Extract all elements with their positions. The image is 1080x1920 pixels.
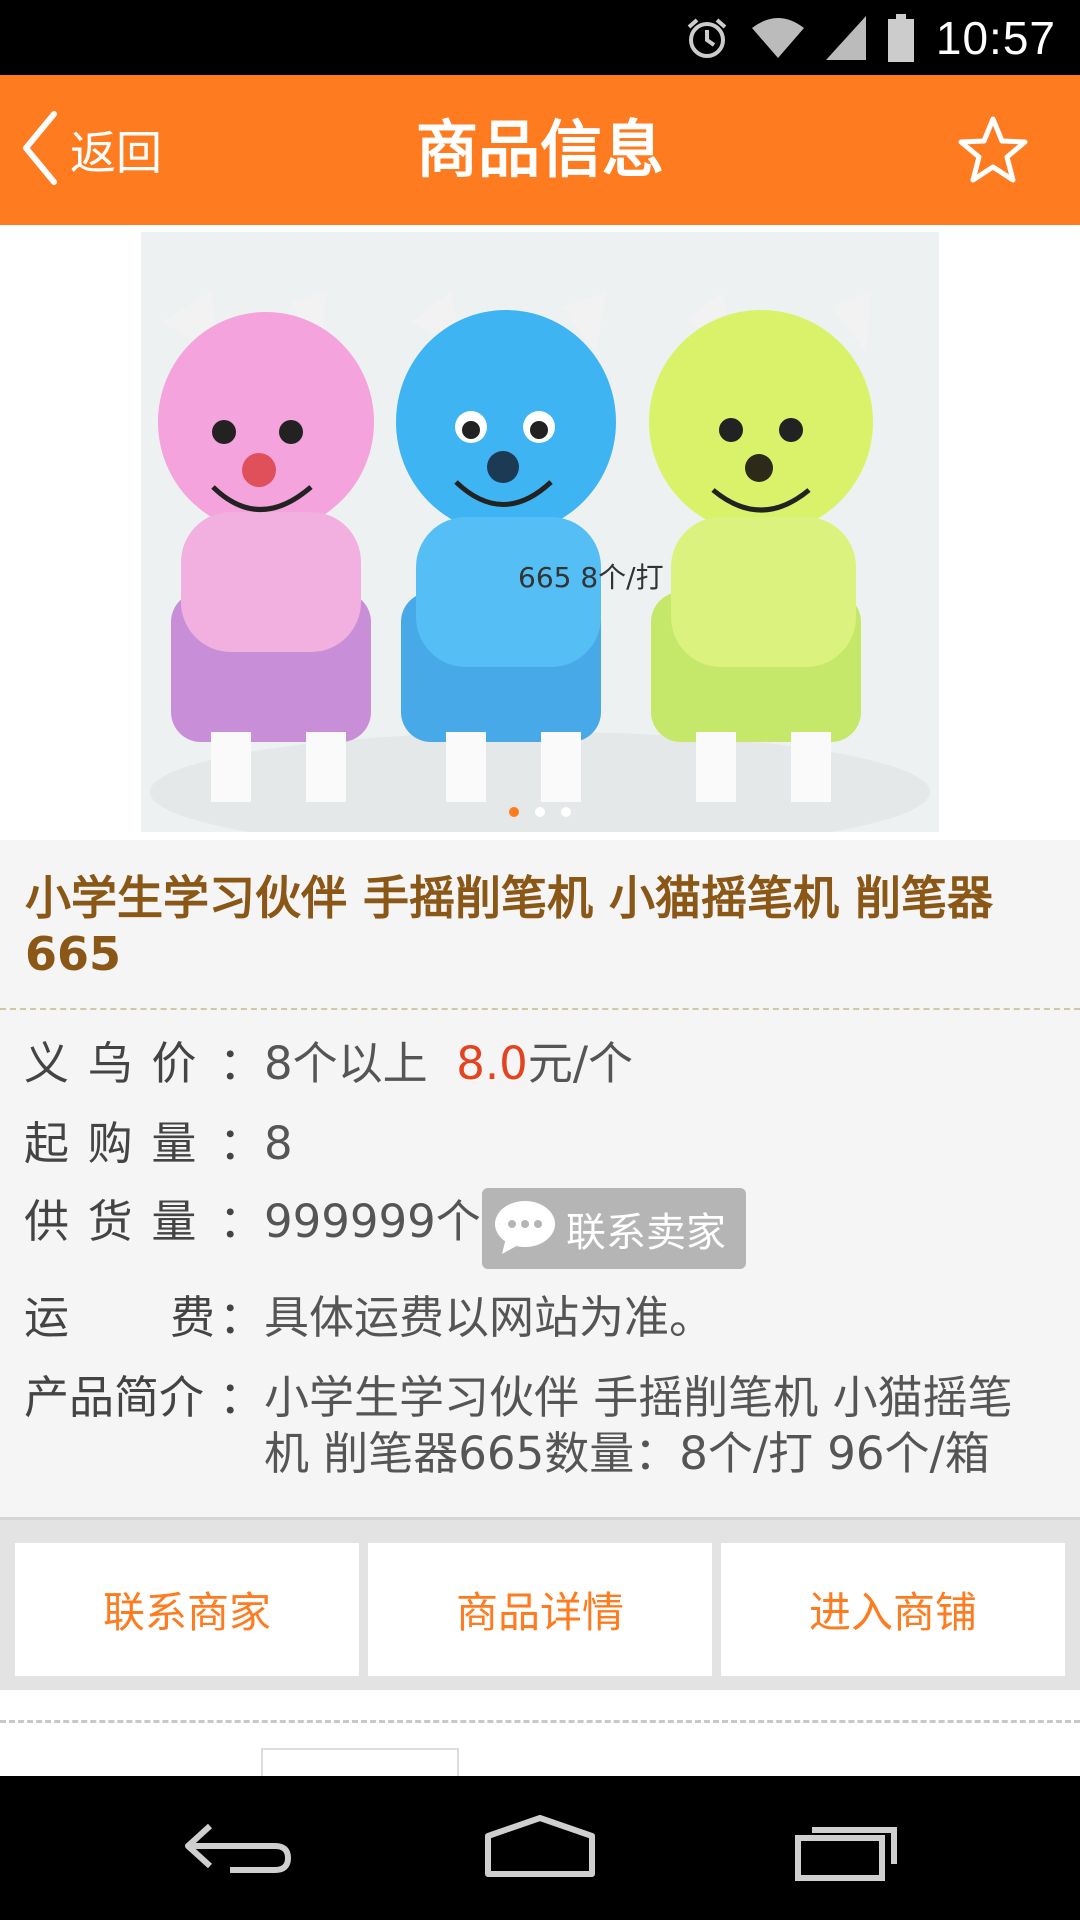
contact-seller-button[interactable]: 联系卖家: [482, 1188, 746, 1269]
price-amount: 8.0: [456, 1037, 528, 1090]
supply-value: 999999个: [264, 1195, 481, 1248]
supply-row: 供货量： 999999个: [24, 1194, 481, 1250]
chat-bubble-icon: [492, 1198, 558, 1260]
supply-label: 供货量：: [24, 1195, 264, 1248]
contact-merchant-button[interactable]: 联系商家: [15, 1543, 359, 1676]
navigation-bar: [0, 1776, 1080, 1920]
lower-section: [0, 1690, 1080, 1788]
product-details-button[interactable]: 商品详情: [368, 1543, 712, 1676]
status-icons: 10:57: [684, 0, 1056, 75]
nav-back-button[interactable]: [180, 1808, 300, 1888]
signal-icon: [825, 15, 866, 60]
shipping-label: 运费：: [24, 1291, 264, 1344]
intro-value: 小学生学习伙伴 手摇削笔机 小猫摇笔 机 削笔器665数量：8个/打 96个/箱: [264, 1371, 1013, 1480]
status-bar: 10:57: [0, 0, 1080, 75]
nav-home-button[interactable]: [480, 1808, 600, 1888]
enter-shop-button[interactable]: 进入商铺: [721, 1543, 1065, 1676]
back-label: 返回: [70, 126, 162, 180]
carousel-dot[interactable]: [535, 807, 545, 817]
favorite-button[interactable]: [958, 115, 1028, 185]
intro-row: 产品简介： 小学生学习伙伴 手摇削笔机 小猫摇笔 机 削笔器665数量：8个/打…: [24, 1370, 1013, 1482]
nav-recents-icon: [790, 1827, 910, 1892]
action-bar: 联系商家 商品详情 进入商铺: [0, 1517, 1080, 1690]
min-order-value: 8: [264, 1117, 293, 1170]
nav-back-icon: [180, 1823, 300, 1892]
nav-home-icon: [480, 1815, 600, 1892]
carousel-dot[interactable]: [561, 807, 571, 817]
price-value: 8个以上 8.0元/个: [264, 1037, 633, 1090]
battery-icon: [887, 13, 914, 62]
intro-label: 产品简介：: [24, 1371, 264, 1424]
back-button[interactable]: 返回: [18, 75, 162, 225]
shipping-row: 运费： 具体运费以网站为准。: [24, 1290, 714, 1346]
image-gallery[interactable]: 665 8个/打 96个/箱: [0, 225, 1080, 840]
carousel-indicators: [141, 807, 939, 817]
price-label: 义乌价：: [24, 1037, 264, 1090]
page-title: 商品信息: [415, 113, 664, 186]
carousel-dot[interactable]: [509, 807, 519, 817]
min-order-label: 起购量：: [24, 1117, 264, 1170]
chevron-left-icon: [18, 108, 62, 192]
contact-seller-label: 联系卖家: [566, 1209, 726, 1256]
status-time: 10:57: [935, 11, 1056, 64]
app-header: 返回 商品信息: [0, 75, 1080, 225]
screen: 10:57 返回 商品信息 665 8个/打 96个/箱 小学生学习伙伴 手摇削…: [0, 0, 1080, 1920]
price-row: 义乌价： 8个以上 8.0元/个: [24, 1036, 633, 1092]
min-order-row: 起购量： 8: [24, 1116, 293, 1172]
nav-recents-button[interactable]: [790, 1808, 910, 1888]
product-title: 小学生学习伙伴 手摇削笔机 小猫摇笔机 削笔器665: [25, 871, 994, 981]
wifi-icon: [751, 16, 804, 60]
alarm-icon: [684, 15, 730, 61]
shipping-value: 具体运费以网站为准。: [264, 1291, 715, 1344]
product-title-area: 小学生学习伙伴 手摇削笔机 小猫摇笔机 削笔器665: [0, 840, 1080, 1010]
star-outline-icon: [958, 116, 1028, 189]
divider: [0, 1720, 1080, 1723]
product-image[interactable]: 665 8个/打 96个/箱: [141, 232, 939, 832]
